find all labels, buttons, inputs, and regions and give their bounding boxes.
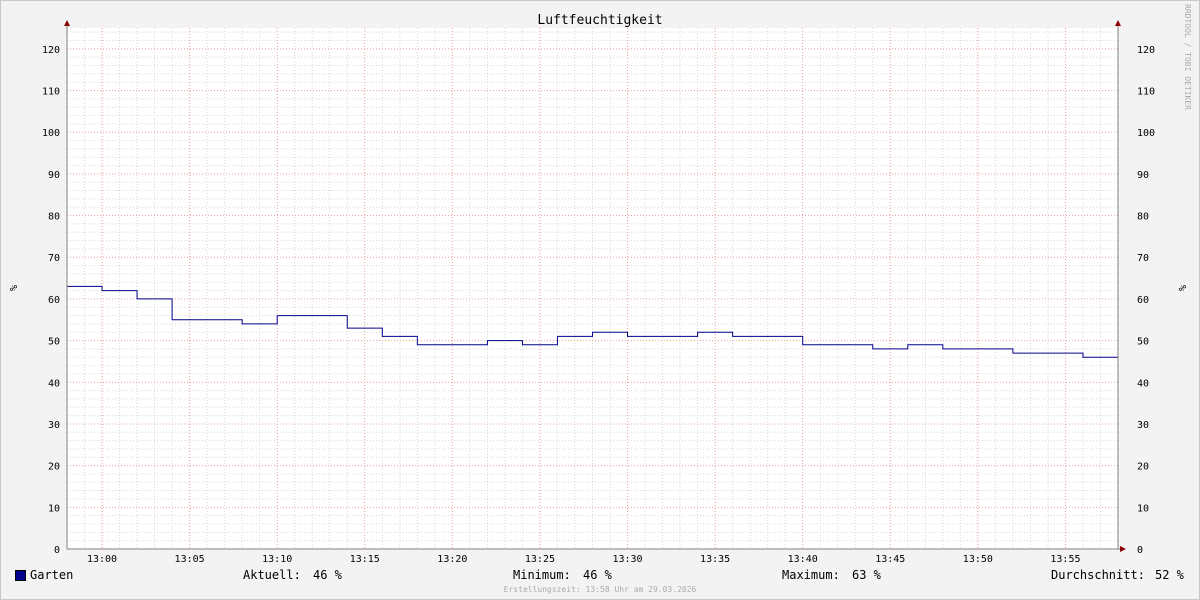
y-tick-labels-right: 0 10 20 30 40 50 60 70 80 90 100 110 120 <box>1137 45 1155 556</box>
stat-current-label: Aktuell: <box>243 568 301 582</box>
legend-series-name: Garten <box>30 568 74 582</box>
y-tick-label-left: 110 <box>42 87 60 98</box>
stat-min-value: 46 % <box>583 568 612 582</box>
y-tick-label-left: 50 <box>48 337 60 348</box>
y-tick-label-left: 70 <box>48 253 60 264</box>
stat-avg-value: 52 % <box>1155 568 1184 582</box>
chart-canvas: Luftfeuchtigkeit % % 0 10 20 30 40 50 60 70 80 90… <box>7 13 1187 565</box>
x-tick-label: 13:20 <box>437 554 467 565</box>
y-tick-label-right: 90 <box>1137 170 1149 181</box>
x-tick-labels: 13:00 13:05 13:10 13:15 13:20 13:25 13:30 13:35… <box>87 554 1081 565</box>
y-tick-label-right: 30 <box>1137 420 1149 431</box>
x-tick-label: 13:00 <box>87 554 117 565</box>
x-tick-label: 13:50 <box>963 554 993 565</box>
y-tick-label-left: 30 <box>48 420 60 431</box>
y-tick-label-right: 100 <box>1137 128 1155 139</box>
y-tick-label-right: 70 <box>1137 253 1149 264</box>
stat-current-value: 46 % <box>313 568 342 582</box>
stat-max-label: Maximum: <box>782 568 840 582</box>
y-axis-arrow-left-icon <box>64 20 70 26</box>
x-tick-label: 13:35 <box>700 554 730 565</box>
y-tick-label-left: 10 <box>48 503 60 514</box>
y-tick-label-left: 120 <box>42 45 60 56</box>
y-axis-arrow-right-icon <box>1115 20 1121 26</box>
y-tick-label-left: 20 <box>48 462 60 473</box>
y-tick-label-left: 80 <box>48 212 60 223</box>
y-tick-labels-left: 0 10 20 30 40 50 60 70 80 90 100 110 120 <box>42 45 60 556</box>
x-tick-label: 13:15 <box>350 554 380 565</box>
x-tick-label: 13:05 <box>175 554 205 565</box>
x-tick-label: 13:30 <box>612 554 642 565</box>
y-tick-label-right: 120 <box>1137 45 1155 56</box>
y-tick-label-right: 60 <box>1137 295 1149 306</box>
y-tick-label-right: 50 <box>1137 337 1149 348</box>
y-tick-label-right: 40 <box>1137 378 1149 389</box>
y-tick-label-right: 110 <box>1137 87 1155 98</box>
creation-timestamp: Erstellungszeit: 13:58 Uhr am 29.03.2026 <box>503 585 697 594</box>
y-tick-label-left: 40 <box>48 378 60 389</box>
y-tick-label-right: 20 <box>1137 462 1149 473</box>
rrdtool-watermark: RRDTOOL / TOBI OETIKER <box>1183 4 1192 110</box>
stat-min-label: Minimum: <box>513 568 571 582</box>
legend-swatch-garten <box>15 570 26 581</box>
x-tick-label: 13:45 <box>875 554 905 565</box>
x-tick-label: 13:40 <box>788 554 818 565</box>
y-axis-label-right: % <box>1176 285 1187 291</box>
y-tick-label-right: 10 <box>1137 503 1149 514</box>
y-tick-label-left: 100 <box>42 128 60 139</box>
x-tick-label: 13:55 <box>1050 554 1080 565</box>
y-tick-label-right: 80 <box>1137 212 1149 223</box>
y-tick-label-left: 90 <box>48 170 60 181</box>
stat-max-value: 63 % <box>852 568 881 582</box>
y-axis-label-left: % <box>7 285 18 291</box>
x-axis-arrow-icon <box>1120 546 1126 552</box>
x-tick-label: 13:10 <box>262 554 292 565</box>
y-tick-label-left: 0 <box>54 545 60 556</box>
y-tick-label-right: 0 <box>1137 545 1143 556</box>
chart-title: Luftfeuchtigkeit <box>537 13 662 28</box>
stat-avg-label: Durchschnitt: <box>1051 568 1145 582</box>
y-tick-label-left: 60 <box>48 295 60 306</box>
x-tick-label: 13:25 <box>525 554 555 565</box>
legend-row: Garten Aktuell: 46 % Minimum: 46 % Maxim… <box>0 568 1200 584</box>
